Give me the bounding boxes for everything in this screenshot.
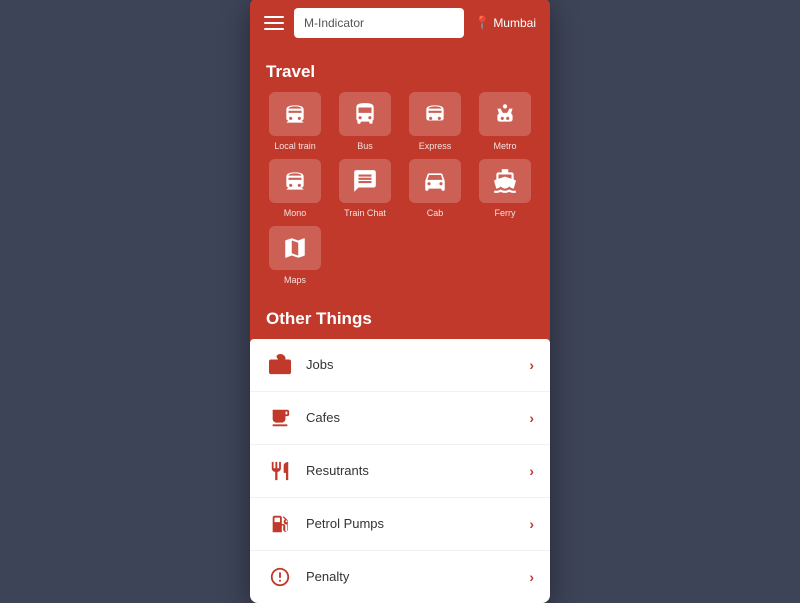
cab-label: Cab (427, 208, 444, 218)
train-chat-icon (352, 168, 378, 194)
petrol-icon (266, 510, 294, 538)
travel-item-express[interactable]: Express (404, 92, 466, 151)
travel-item-mono[interactable]: Mono (264, 159, 326, 218)
location-label: 📍 Mumbai (474, 15, 536, 31)
train-chat-icon-box (339, 159, 391, 203)
travel-item-local-train[interactable]: Local train (264, 92, 326, 151)
local-train-label: Local train (274, 141, 316, 151)
mono-icon-box (269, 159, 321, 203)
cab-icon-box (409, 159, 461, 203)
header: M-Indicator 📍 Mumbai (250, 0, 550, 48)
restaurants-icon (266, 457, 294, 485)
travel-item-ferry[interactable]: Ferry (474, 159, 536, 218)
travel-icon-grid: Local train Bus Express (264, 92, 536, 285)
restaurants-label: Resutrants (306, 463, 529, 478)
travel-item-bus[interactable]: Bus (334, 92, 396, 151)
travel-item-train-chat[interactable]: Train Chat (334, 159, 396, 218)
petrol-chevron: › (529, 516, 534, 532)
list-item-jobs[interactable]: Jobs › (250, 339, 550, 392)
travel-grid: Local train Bus Express (250, 92, 550, 295)
jobs-icon (266, 351, 294, 379)
penalty-icon (266, 563, 294, 591)
cab-icon (422, 168, 448, 194)
cafes-label: Cafes (306, 410, 529, 425)
other-things-title: Other Things (250, 295, 550, 339)
cafes-chevron: › (529, 410, 534, 426)
express-label: Express (419, 141, 452, 151)
pin-icon: 📍 (474, 15, 490, 31)
penalty-chevron: › (529, 569, 534, 585)
mono-label: Mono (284, 208, 307, 218)
list-item-cafes[interactable]: Cafes › (250, 392, 550, 445)
travel-item-metro[interactable]: Metro (474, 92, 536, 151)
list-item-restaurants[interactable]: Resutrants › (250, 445, 550, 498)
app-name-label: M-Indicator (304, 16, 364, 30)
search-bar[interactable]: M-Indicator (294, 8, 464, 38)
maps-icon-box (269, 226, 321, 270)
list-item-petrol-pumps[interactable]: Petrol Pumps › (250, 498, 550, 551)
express-icon (422, 101, 448, 127)
train-chat-label: Train Chat (344, 208, 386, 218)
location-text: Mumbai (493, 16, 536, 30)
bus-icon (352, 101, 378, 127)
jobs-label: Jobs (306, 357, 529, 372)
jobs-chevron: › (529, 357, 534, 373)
ferry-icon (492, 168, 518, 194)
express-icon-box (409, 92, 461, 136)
penalty-label: Penalty (306, 569, 529, 584)
mono-icon (282, 168, 308, 194)
phone-container: M-Indicator 📍 Mumbai Travel Local train (250, 0, 550, 603)
travel-item-cab[interactable]: Cab (404, 159, 466, 218)
metro-label: Metro (493, 141, 516, 151)
bus-icon-box (339, 92, 391, 136)
cafes-icon (266, 404, 294, 432)
local-train-icon-box (269, 92, 321, 136)
metro-icon-box (479, 92, 531, 136)
bus-label: Bus (357, 141, 373, 151)
maps-label: Maps (284, 275, 306, 285)
metro-icon (492, 101, 518, 127)
ferry-label: Ferry (495, 208, 516, 218)
travel-section-title: Travel (250, 48, 550, 92)
local-train-icon (282, 101, 308, 127)
other-things-list: Jobs › Cafes › Resutrants › (250, 339, 550, 603)
restaurants-chevron: › (529, 463, 534, 479)
maps-icon (282, 235, 308, 261)
travel-item-maps[interactable]: Maps (264, 226, 326, 285)
list-item-penalty[interactable]: Penalty › (250, 551, 550, 603)
petrol-label: Petrol Pumps (306, 516, 529, 531)
ferry-icon-box (479, 159, 531, 203)
hamburger-icon[interactable] (264, 16, 284, 30)
